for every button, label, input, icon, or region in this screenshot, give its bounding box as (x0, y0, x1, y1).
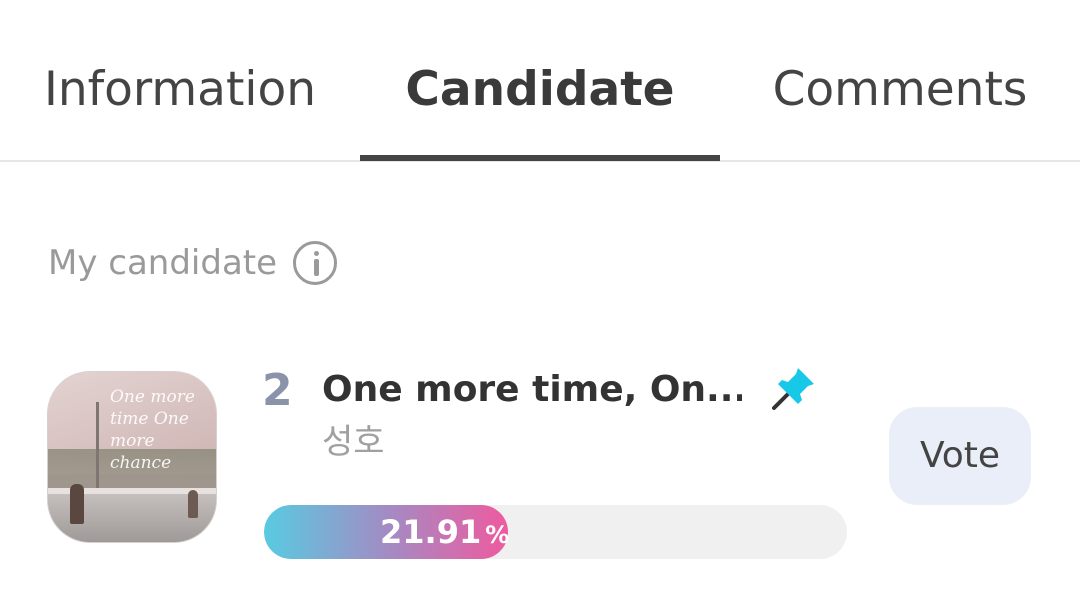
info-circle-icon[interactable] (293, 241, 338, 285)
vote-progress-fill: 21.91% (264, 505, 509, 559)
candidate-thumbnail[interactable]: One more time One more chance (48, 372, 216, 542)
tab-comments[interactable]: Comments (750, 58, 1050, 122)
vote-progress-bar: 21.91% (264, 505, 847, 559)
tab-information[interactable]: Information (30, 58, 330, 122)
thumbnail-script-text: One more time One more chance (110, 387, 195, 473)
tab-candidate[interactable]: Candidate (360, 58, 720, 122)
candidate-title: One more time, On... (322, 369, 742, 410)
my-candidate-header: My candidate (48, 238, 338, 288)
vote-percentage-unit: % (485, 521, 510, 549)
candidate-subtitle: 성호 (322, 422, 385, 462)
section-label: My candidate (48, 243, 278, 283)
candidate-rank: 2 (262, 365, 293, 416)
tab-bar: Information Candidate Comments (0, 0, 1080, 162)
vote-percentage: 21.91% (380, 505, 509, 559)
pin-icon[interactable] (768, 362, 820, 414)
vote-percentage-value: 21.91 (380, 513, 482, 551)
vote-button[interactable]: Vote (889, 407, 1031, 505)
active-tab-indicator (360, 155, 720, 161)
